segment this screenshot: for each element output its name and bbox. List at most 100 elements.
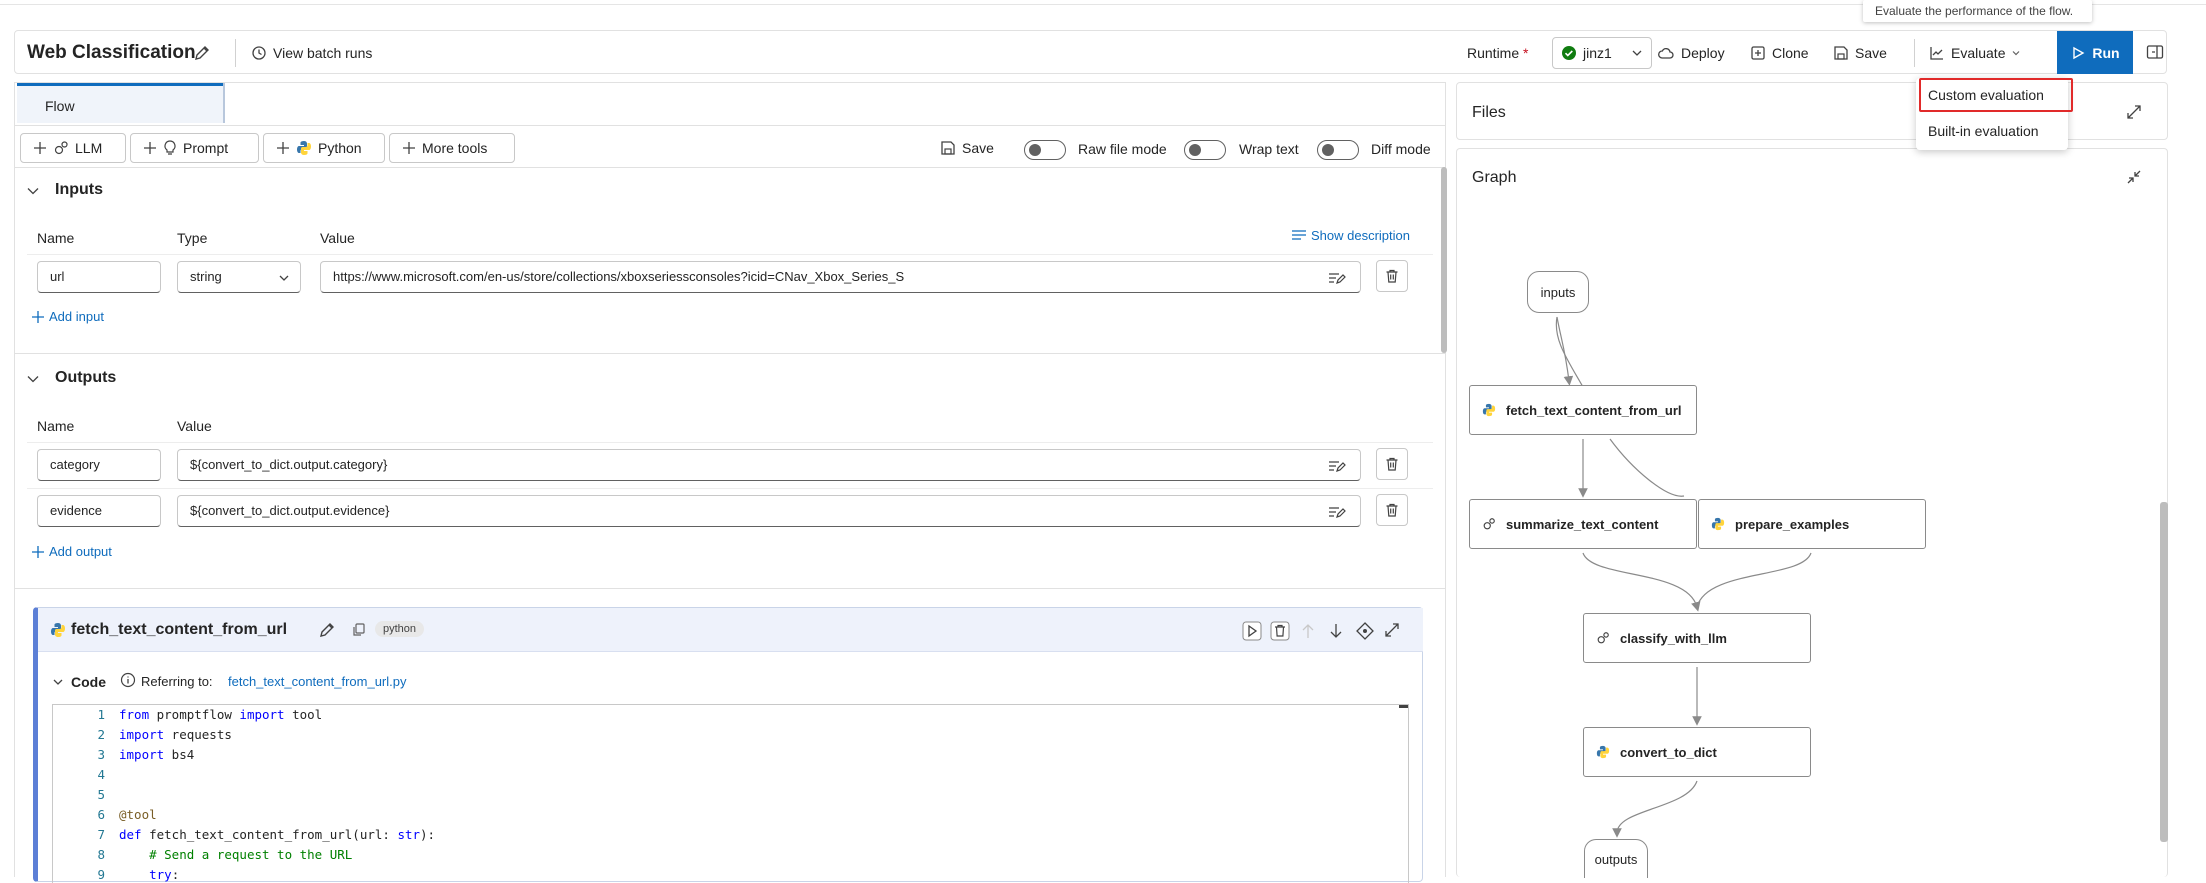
line-number: 5: [97, 787, 105, 802]
panel-toggle-icon[interactable]: [2142, 39, 2168, 65]
graph-node-outputs[interactable]: outputs: [1584, 839, 1648, 878]
llm-icon: [1482, 517, 1496, 531]
add-prompt-button[interactable]: Prompt: [130, 133, 259, 163]
line-number: 6: [97, 807, 105, 822]
move-down-icon[interactable]: [1328, 622, 1344, 640]
delete-output-button[interactable]: [1376, 448, 1408, 480]
source-file-link[interactable]: fetch_text_content_from_url.py: [228, 674, 407, 689]
run-node-icon[interactable]: [1242, 621, 1262, 641]
evaluate-tooltip: Evaluate the performance of the flow.: [1863, 0, 2092, 22]
clone-icon: [1750, 45, 1766, 61]
menu-item-built-in-evaluation[interactable]: Built-in evaluation: [1928, 123, 2039, 139]
input-value-text: https://www.microsoft.com/en-us/store/co…: [333, 269, 905, 284]
chevron-down-icon[interactable]: [26, 372, 40, 386]
outputs-col-name: Name: [37, 418, 75, 434]
graph-node-summarize[interactable]: summarize_text_content: [1469, 499, 1697, 549]
copy-icon[interactable]: [352, 623, 366, 637]
line-number: 4: [97, 767, 105, 782]
chevron-down-icon[interactable]: [26, 184, 40, 198]
edit-node-name-icon[interactable]: [318, 621, 336, 639]
chevron-down-icon[interactable]: [52, 676, 64, 688]
diff-mode-toggle[interactable]: [1317, 140, 1359, 160]
python-icon: [1482, 403, 1496, 417]
evaluate-button[interactable]: Evaluate: [1929, 38, 2021, 68]
delete-node-icon[interactable]: [1270, 621, 1290, 641]
lightbulb-icon: [163, 140, 177, 156]
line-number: 8: [97, 847, 105, 862]
run-button[interactable]: Run: [2057, 31, 2133, 74]
output-value-field[interactable]: ${convert_to_dict.output.category}: [177, 449, 1361, 481]
delete-input-button[interactable]: [1376, 260, 1408, 292]
code-line: import bs4: [119, 747, 195, 762]
graph-node-label: classify_with_llm: [1620, 630, 1727, 646]
inputs-title: Inputs: [55, 181, 103, 198]
wrap-text-toggle[interactable]: [1184, 140, 1226, 160]
graph-node-label: prepare_examples: [1735, 516, 1850, 532]
files-title: Files: [1472, 104, 1506, 121]
bypass-node-icon[interactable]: [1356, 622, 1374, 640]
edit-value-icon[interactable]: [1328, 504, 1346, 520]
edit-title-icon[interactable]: [193, 44, 211, 62]
show-description-link[interactable]: Show description: [1291, 228, 1410, 243]
status-ok-icon: [1561, 45, 1577, 61]
save-icon: [940, 140, 956, 156]
add-python-button[interactable]: Python: [263, 133, 385, 163]
code-editor[interactable]: 1 2 3 4 5 6 7 8 9 from promptflow import…: [52, 704, 1409, 883]
clone-button[interactable]: Clone: [1750, 38, 1809, 68]
save-code-button[interactable]: Save: [940, 133, 994, 163]
input-type-select[interactable]: string: [177, 261, 301, 293]
editor-scrollbar[interactable]: [1441, 167, 1447, 353]
raw-file-mode-toggle[interactable]: [1024, 140, 1066, 160]
add-llm-button[interactable]: LLM: [20, 133, 126, 163]
tab-flow-label: Flow: [45, 98, 75, 114]
expand-icon[interactable]: [1384, 622, 1400, 638]
graph-node-prepare[interactable]: prepare_examples: [1698, 499, 1926, 549]
delete-output-button[interactable]: [1376, 494, 1408, 526]
edit-value-icon[interactable]: [1328, 270, 1346, 286]
move-up-icon[interactable]: [1300, 622, 1316, 640]
deploy-button[interactable]: Deploy: [1657, 38, 1725, 68]
add-output-link[interactable]: Add output: [31, 544, 112, 559]
python-icon: [50, 622, 66, 638]
save-flow-button[interactable]: Save: [1833, 38, 1887, 68]
node-header: fetch_text_content_from_url python: [38, 608, 1423, 652]
inputs-section-divider: [15, 353, 1445, 354]
tab-flow[interactable]: Flow: [17, 83, 225, 123]
python-icon: [296, 140, 312, 156]
input-name-field[interactable]: url: [37, 261, 161, 293]
code-label: Code: [71, 674, 106, 690]
flow-editor-panel: Flow LLM Prompt Python More tools Save R…: [14, 82, 1447, 883]
runtime-label: Runtime *: [1467, 45, 1529, 61]
plus-icon: [31, 545, 45, 559]
play-icon: [2070, 45, 2086, 61]
add-input-link[interactable]: Add input: [31, 309, 104, 324]
runtime-select[interactable]: jinz1: [1552, 37, 1652, 69]
chevron-down-icon: [2011, 48, 2021, 58]
menu-item-custom-evaluation[interactable]: Custom evaluation: [1928, 87, 2044, 103]
outputs-col-value: Value: [177, 418, 212, 434]
edit-value-icon[interactable]: [1328, 458, 1346, 474]
graph-scrollbar[interactable]: [2160, 502, 2168, 842]
language-badge: python: [375, 621, 425, 637]
code-line: def fetch_text_content_from_url(url: str…: [119, 827, 436, 842]
input-value-field[interactable]: https://www.microsoft.com/en-us/store/co…: [320, 261, 1361, 293]
graph-node-fetch[interactable]: fetch_text_content_from_url: [1469, 385, 1697, 435]
expand-icon[interactable]: [2126, 104, 2142, 120]
graph-node-classify[interactable]: classify_with_llm: [1583, 613, 1811, 663]
output-value-field[interactable]: ${convert_to_dict.output.evidence}: [177, 495, 1361, 527]
graph-node-inputs[interactable]: inputs: [1527, 271, 1589, 313]
history-icon: [251, 45, 267, 61]
view-batch-runs-button[interactable]: View batch runs: [251, 38, 372, 68]
header-divider: [235, 39, 236, 67]
inputs-col-value: Value: [320, 230, 355, 246]
show-description-label: Show description: [1311, 228, 1410, 243]
line-number: 9: [97, 867, 105, 882]
plus-icon: [276, 141, 290, 155]
python-label: Python: [318, 140, 362, 156]
output-name-field[interactable]: evidence: [37, 495, 161, 527]
line-number: 2: [97, 727, 105, 742]
more-tools-button[interactable]: More tools: [389, 133, 515, 163]
cloud-icon: [1657, 45, 1675, 61]
graph-node-convert[interactable]: convert_to_dict: [1583, 727, 1811, 777]
output-name-field[interactable]: category: [37, 449, 161, 481]
